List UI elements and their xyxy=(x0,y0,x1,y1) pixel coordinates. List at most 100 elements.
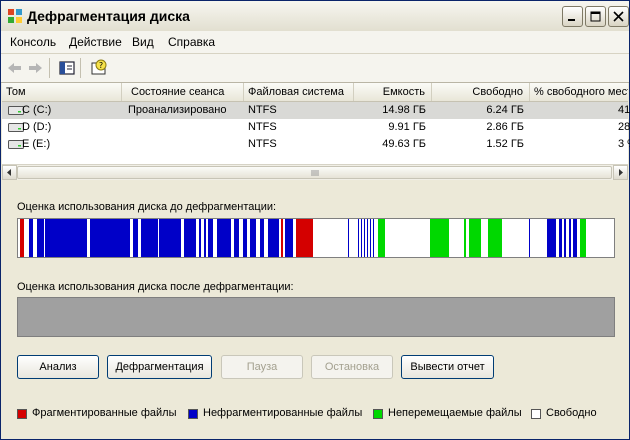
minimize-button[interactable] xyxy=(562,6,583,27)
before-defrag-display xyxy=(17,218,615,258)
scroll-right-button[interactable] xyxy=(613,165,628,180)
scroll-left-button[interactable] xyxy=(2,165,17,180)
forward-arrow-icon[interactable] xyxy=(25,58,45,78)
volume-capacity: 9.91 ГБ xyxy=(388,121,426,133)
contiguous-segment xyxy=(243,219,247,257)
column-capacity[interactable]: Емкость xyxy=(354,83,432,101)
column-volume[interactable]: Том xyxy=(2,83,122,101)
toolbar: ? xyxy=(1,54,629,83)
legend-label: Фрагментированные файлы xyxy=(32,407,177,419)
legend-label: Свободно xyxy=(546,407,597,419)
properties-panel-icon[interactable] xyxy=(57,58,77,78)
contiguous-segment xyxy=(204,219,206,257)
free-swatch xyxy=(531,409,541,419)
contiguous-segment xyxy=(367,219,368,257)
maximize-icon xyxy=(590,11,601,22)
contiguous-segment xyxy=(564,219,566,257)
contiguous-segment xyxy=(260,219,264,257)
contiguous-segment xyxy=(184,219,196,257)
contiguous-segment xyxy=(268,219,279,257)
legend-unmovable: Неперемещаемые файлы xyxy=(373,407,528,423)
contiguous-segment xyxy=(361,219,362,257)
fragmented-swatch xyxy=(17,409,27,419)
contiguous-segment xyxy=(250,219,256,257)
contiguous-segment xyxy=(208,219,213,257)
volume-free: 6.24 ГБ xyxy=(486,104,524,116)
volume-capacity: 14.98 ГБ xyxy=(382,104,426,116)
view-report-button[interactable]: Вывести отчет xyxy=(401,355,494,379)
volume-fs: NTFS xyxy=(248,121,277,133)
column-session-status[interactable]: Состояние сеанса xyxy=(122,83,244,101)
pause-button[interactable]: Пауза xyxy=(221,355,303,379)
stop-button[interactable]: Остановка xyxy=(311,355,393,379)
volume-row[interactable]: C (C:) Проанализировано NTFS 14.98 ГБ 6.… xyxy=(2,102,630,119)
help-icon[interactable]: ? xyxy=(89,58,109,78)
free-segment xyxy=(158,219,159,257)
contiguous-segment xyxy=(285,219,293,257)
defragment-button[interactable]: Дефрагментация xyxy=(107,355,212,379)
close-button[interactable] xyxy=(608,6,629,27)
menu-help[interactable]: Справка xyxy=(168,35,215,49)
legend-fragmented: Фрагментированные файлы xyxy=(17,407,187,423)
unmovable-segment xyxy=(430,219,449,257)
free-segment xyxy=(44,219,45,257)
contiguous-segment xyxy=(133,219,138,257)
legend-label: Неперемещаемые файлы xyxy=(388,407,522,419)
fragmented-segment xyxy=(296,219,313,257)
scroll-left-arrow-icon xyxy=(7,169,11,176)
back-arrow-icon[interactable] xyxy=(5,58,25,78)
contiguous-segment xyxy=(547,219,556,257)
unmovable-segment xyxy=(469,219,481,257)
horizontal-scrollbar[interactable] xyxy=(2,164,628,180)
toolbar-separator xyxy=(80,58,81,78)
contiguous-segment xyxy=(529,219,530,257)
maximize-button[interactable] xyxy=(585,6,606,27)
contiguous-segment xyxy=(90,219,130,257)
menu-console[interactable]: Консоль xyxy=(10,35,56,49)
unmovable-segment xyxy=(464,219,466,257)
defrag-window: Дефрагментация диска Консоль Действие Ви… xyxy=(0,0,630,440)
contiguous-segment xyxy=(348,219,349,257)
contiguous-segment xyxy=(234,219,239,257)
volume-free: 1.52 ГБ xyxy=(486,138,524,150)
volume-fs: NTFS xyxy=(248,138,277,150)
contiguous-swatch xyxy=(188,409,198,419)
volume-row[interactable]: D (D:) NTFS 9.91 ГБ 2.86 ГБ 28 % xyxy=(2,119,630,136)
after-defrag-display xyxy=(17,297,615,337)
volume-status: Проанализировано xyxy=(128,104,227,116)
contiguous-segment xyxy=(364,219,365,257)
volume-percent: 3 % xyxy=(618,138,630,150)
scroll-thumb[interactable] xyxy=(17,166,612,179)
volume-percent: 28 % xyxy=(618,121,630,133)
scroll-right-arrow-icon xyxy=(619,169,623,176)
contiguous-segment xyxy=(370,219,371,257)
menu-bar: Консоль Действие Вид Справка xyxy=(1,31,629,54)
legend-label: Нефрагментированные файлы xyxy=(203,407,363,419)
contiguous-segment xyxy=(199,219,201,257)
volume-capacity: 49.63 ГБ xyxy=(382,138,426,150)
volume-list[interactable]: Том Состояние сеанса Файловая система Ем… xyxy=(2,83,630,180)
menu-action[interactable]: Действие xyxy=(69,35,122,49)
unmovable-swatch xyxy=(373,409,383,419)
svg-text:?: ? xyxy=(99,61,103,70)
fragmented-segment xyxy=(20,219,24,257)
contiguous-segment xyxy=(559,219,562,257)
contiguous-segment xyxy=(217,219,231,257)
defrag-app-icon xyxy=(8,9,22,23)
volume-row[interactable]: E (E:) NTFS 49.63 ГБ 1.52 ГБ 3 % xyxy=(2,136,630,153)
before-label: Оценка использования диска до дефрагмент… xyxy=(17,201,277,213)
title-bar[interactable]: Дефрагментация диска xyxy=(1,1,629,32)
toolbar-separator xyxy=(49,58,50,78)
column-percent-free[interactable]: % свободного места xyxy=(530,83,628,101)
volume-name: D (D:) xyxy=(22,121,52,133)
column-free[interactable]: Свободно xyxy=(432,83,530,101)
analyze-button[interactable]: Анализ xyxy=(17,355,99,379)
volume-fs: NTFS xyxy=(248,104,277,116)
menu-view[interactable]: Вид xyxy=(132,35,154,49)
list-header: Том Состояние сеанса Файловая система Ем… xyxy=(2,83,628,102)
after-label: Оценка использования диска после дефрагм… xyxy=(17,281,294,293)
legend-contiguous: Нефрагментированные файлы xyxy=(188,407,368,423)
volume-percent: 41 % xyxy=(618,104,630,116)
column-file-system[interactable]: Файловая система xyxy=(244,83,354,101)
scroll-grip-icon xyxy=(311,170,319,176)
